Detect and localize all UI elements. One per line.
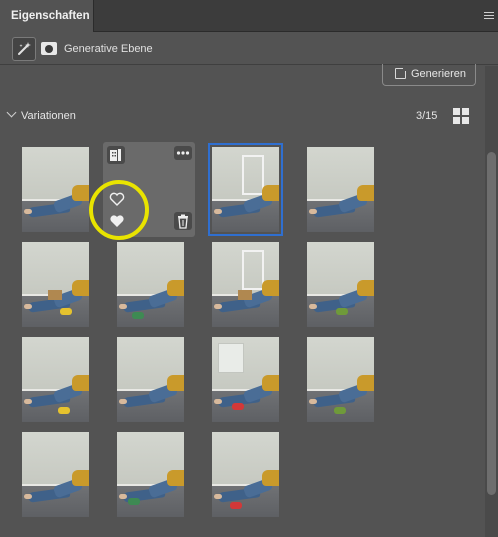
variation-thumbnail[interactable]: [208, 143, 283, 236]
highlight-ring: [89, 180, 149, 240]
variation-thumbnail[interactable]: [22, 432, 89, 517]
variation-thumbnail[interactable]: [117, 432, 184, 517]
variation-thumbnail[interactable]: [212, 337, 279, 422]
variations-count: 3/15: [416, 110, 438, 122]
layer-name: Generative Ebene: [64, 43, 153, 55]
delete-icon[interactable]: [174, 212, 192, 230]
generate-button[interactable]: Generieren: [382, 64, 476, 86]
scrollbar[interactable]: [485, 66, 498, 537]
tab-label: Eigenschaften: [11, 10, 90, 22]
variation-thumbnail[interactable]: [307, 242, 374, 327]
generate-button-label: Generieren: [411, 68, 467, 80]
generate-plus-icon: [395, 65, 409, 79]
variation-thumbnail[interactable]: [22, 337, 89, 422]
variation-thumbnail[interactable]: [117, 337, 184, 422]
variation-thumbnail[interactable]: [22, 242, 89, 327]
variation-thumbnail[interactable]: [22, 147, 89, 232]
panel-tab-bar: Eigenschaften: [0, 0, 498, 32]
variation-thumbnail[interactable]: [212, 242, 279, 327]
layer-info-row: Generative Ebene: [0, 33, 498, 65]
variation-thumbnail[interactable]: [307, 337, 374, 422]
tab-eigenschaften[interactable]: Eigenschaften: [0, 0, 94, 32]
generative-layer-icon: [12, 37, 36, 61]
scrollbar-thumb[interactable]: [487, 152, 496, 495]
compare-icon[interactable]: [107, 146, 125, 164]
more-options-icon[interactable]: [174, 146, 192, 160]
variations-section-header[interactable]: Variationen 3/15: [0, 106, 485, 126]
variation-thumbnail[interactable]: [307, 147, 374, 232]
layer-mask-icon: [41, 42, 57, 55]
grid-view-icon[interactable]: [453, 108, 469, 124]
variations-label: Variationen: [21, 110, 76, 122]
chevron-down-icon[interactable]: [6, 107, 17, 118]
variation-thumbnail[interactable]: [117, 242, 184, 327]
variation-thumbnail[interactable]: [212, 432, 279, 517]
hamburger-menu-icon[interactable]: [484, 12, 494, 20]
